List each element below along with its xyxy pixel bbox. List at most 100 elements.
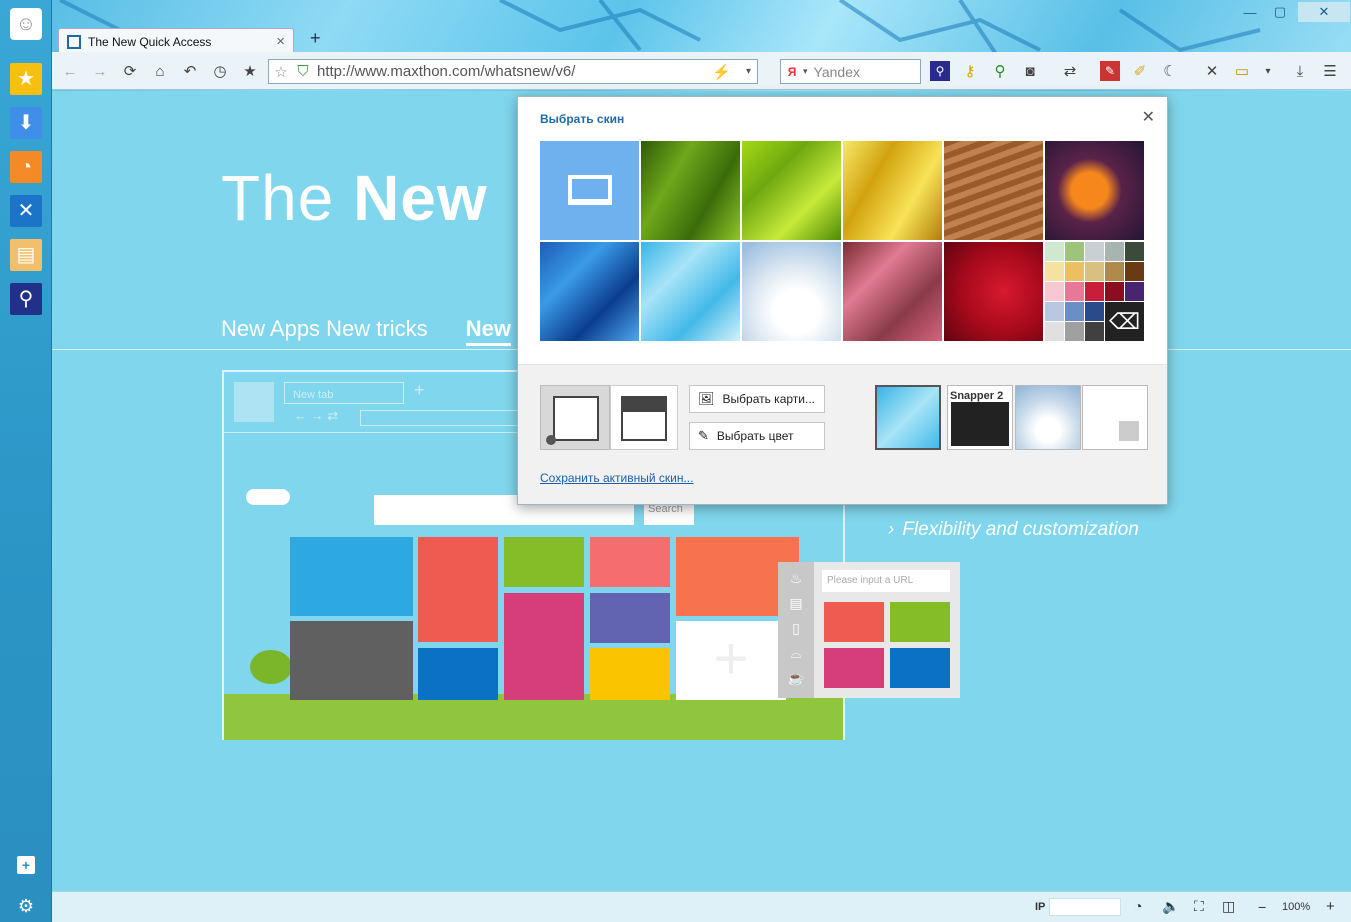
night-mode-icon[interactable]: ☾ — [1160, 61, 1180, 81]
hero-title-light: The — [221, 162, 335, 234]
skin-thumb-clouds[interactable] — [1015, 385, 1081, 450]
close-icon[interactable]: ✕ — [1142, 107, 1155, 127]
download-icon[interactable]: ⬇ — [10, 107, 42, 139]
skin-water[interactable] — [540, 242, 639, 341]
skin-glass[interactable] — [641, 242, 740, 341]
bookmark-star-icon[interactable]: ☆ — [269, 63, 293, 81]
forward-icon[interactable]: → — [90, 61, 110, 81]
check-icon — [546, 435, 556, 445]
rss-icon[interactable]: ◔ — [10, 151, 42, 183]
maximize-button[interactable]: ▢ — [1266, 2, 1294, 22]
mock-nav-icons: ← → ⇄ — [294, 408, 339, 423]
undo-icon[interactable]: ↶ — [180, 61, 200, 81]
skin-blossom[interactable] — [843, 242, 942, 341]
ip-field — [1049, 898, 1121, 916]
refresh-icon[interactable]: ⟳ — [120, 61, 140, 81]
illustration-side-panel: ♨ ▤ ▯ ⌓ ☕ Please input a URL — [778, 562, 960, 698]
choose-color-button[interactable]: ✎ Выбрать цвет — [689, 422, 825, 450]
add-icon[interactable]: + — [17, 856, 35, 874]
notes-icon[interactable]: ▭ — [1232, 61, 1252, 81]
tree-icon — [250, 650, 292, 684]
magnifier-tool-icon[interactable]: ⚲ — [930, 61, 950, 81]
skin-clouds[interactable] — [742, 242, 841, 341]
cursor-mode-icon[interactable]: ◔ — [1134, 898, 1142, 914]
home-icon[interactable]: ⌂ — [150, 61, 170, 81]
skin-maxthon[interactable] — [540, 141, 639, 240]
url-text[interactable]: http://www.maxthon.com/whatsnew/v6/ — [317, 63, 575, 80]
back-icon[interactable]: ← — [60, 61, 80, 81]
tile-pink — [590, 537, 670, 587]
screenshot-icon[interactable]: ◙ — [1020, 61, 1040, 81]
skin-color-palette[interactable]: ⌫ — [1045, 242, 1144, 341]
zoom-in-button[interactable]: + — [1326, 898, 1335, 915]
skin-thumb-white[interactable] — [1082, 385, 1148, 450]
layout-option-1[interactable] — [540, 385, 610, 450]
tile-yellow — [590, 648, 670, 700]
nav-item-new[interactable]: New — [465, 316, 511, 346]
skin-thumb-snapper[interactable]: Snapper 2 — [947, 385, 1013, 450]
page-nav: New Apps New tricks New — [221, 316, 511, 346]
tab-quick-access[interactable]: The New Quick Access × — [58, 28, 294, 54]
smiley-icon[interactable]: ☺ — [10, 8, 42, 40]
favorites-star-icon[interactable]: ★ — [10, 63, 42, 95]
tile-red — [418, 537, 498, 642]
eyedropper-icon[interactable]: ⌫ — [1105, 302, 1144, 341]
tile-gray — [290, 621, 413, 700]
yandex-icon: Я — [787, 64, 797, 79]
menu-icon[interactable]: ☰ — [1320, 61, 1340, 81]
grass-ground — [224, 694, 843, 740]
skin-thumb-glass[interactable] — [875, 385, 941, 450]
tab-close-icon[interactable]: × — [276, 33, 285, 50]
skin-grass[interactable] — [641, 141, 740, 240]
translate-icon[interactable]: ⇄ — [1060, 61, 1080, 81]
favorites-icon[interactable]: ★ — [240, 61, 260, 81]
secure-shield-icon: ⛉ — [297, 63, 309, 80]
fullscreen-icon[interactable]: ⛶ — [1194, 898, 1204, 915]
mock-new-tab-icon: + — [414, 380, 425, 400]
choose-picture-button[interactable]: 🖼 Выбрать карти... — [689, 385, 825, 413]
zoom-level[interactable]: 100% — [1282, 901, 1310, 913]
speed-mode-icon[interactable]: ⚡ — [712, 63, 731, 81]
address-bar[interactable]: ☆ ⛉ http://www.maxthon.com/whatsnew/v6/ … — [268, 59, 758, 84]
split-view-icon[interactable]: ◫ — [1222, 898, 1235, 915]
ip-label: IP — [1035, 901, 1046, 913]
tools-icon[interactable]: ✕ — [1202, 61, 1222, 81]
settings-gear-icon[interactable]: ⚙ — [10, 890, 42, 922]
notes-icon[interactable]: ▤ — [10, 239, 42, 271]
new-tab-button[interactable]: + — [310, 28, 321, 49]
skin-yellow[interactable] — [843, 141, 942, 240]
downloads-icon[interactable]: ⤓ — [1290, 61, 1310, 81]
zoom-out-button[interactable]: − — [1258, 899, 1266, 915]
layout-option-2[interactable] — [610, 385, 678, 450]
search-engine-dropdown-icon[interactable]: ▾ — [803, 66, 808, 77]
toolbox-icon[interactable]: ✎ — [1100, 61, 1120, 81]
skin-brush-icon[interactable]: ✐ — [1130, 61, 1150, 81]
resource-sniffer-icon[interactable]: ⚲ — [990, 61, 1010, 81]
close-window-button[interactable]: ✕ — [1298, 2, 1350, 22]
password-key-icon[interactable]: ⚷ — [960, 61, 980, 81]
nav-item-apps[interactable]: New Apps New tricks — [221, 316, 428, 341]
url-input-mock: Please input a URL — [822, 570, 950, 592]
mock-tile-red — [824, 602, 884, 642]
history-icon[interactable]: ◷ — [210, 61, 230, 81]
color-swatch-icon — [1119, 421, 1139, 441]
skin-rose[interactable] — [944, 242, 1043, 341]
url-dropdown-icon[interactable]: ▾ — [746, 66, 751, 77]
skin-picker-dialog: Выбрать скин ✕ ⌫ 🖼 Выбрать карти... ✎ Выбр… — [517, 96, 1168, 505]
volume-icon[interactable]: 🔈 — [1162, 898, 1179, 915]
snapper-preview-icon — [951, 402, 1009, 446]
minimize-button[interactable]: — — [1236, 2, 1264, 22]
cloud-icon — [246, 489, 290, 505]
tools-icon[interactable]: ✕ — [10, 195, 42, 227]
save-skin-link[interactable]: Сохранить активный скин... — [540, 471, 693, 485]
skin-bokeh[interactable] — [1045, 141, 1144, 240]
skin-leaf[interactable] — [742, 141, 841, 240]
skin-sand[interactable] — [944, 141, 1043, 240]
thumb-snapper-label: Snapper 2 — [950, 390, 1004, 402]
more-dropdown-icon[interactable]: ▾ — [1258, 61, 1278, 81]
magnifier-icon[interactable]: ⚲ — [10, 283, 42, 315]
mock-logo-icon — [234, 382, 274, 422]
toolbar: ← → ⟳ ⌂ ↶ ◷ ★ ☆ ⛉ http://www.maxthon.com… — [52, 52, 1351, 90]
search-box[interactable]: Я ▾ Yandex — [780, 59, 921, 84]
eyedropper-icon: ✎ — [698, 428, 709, 443]
